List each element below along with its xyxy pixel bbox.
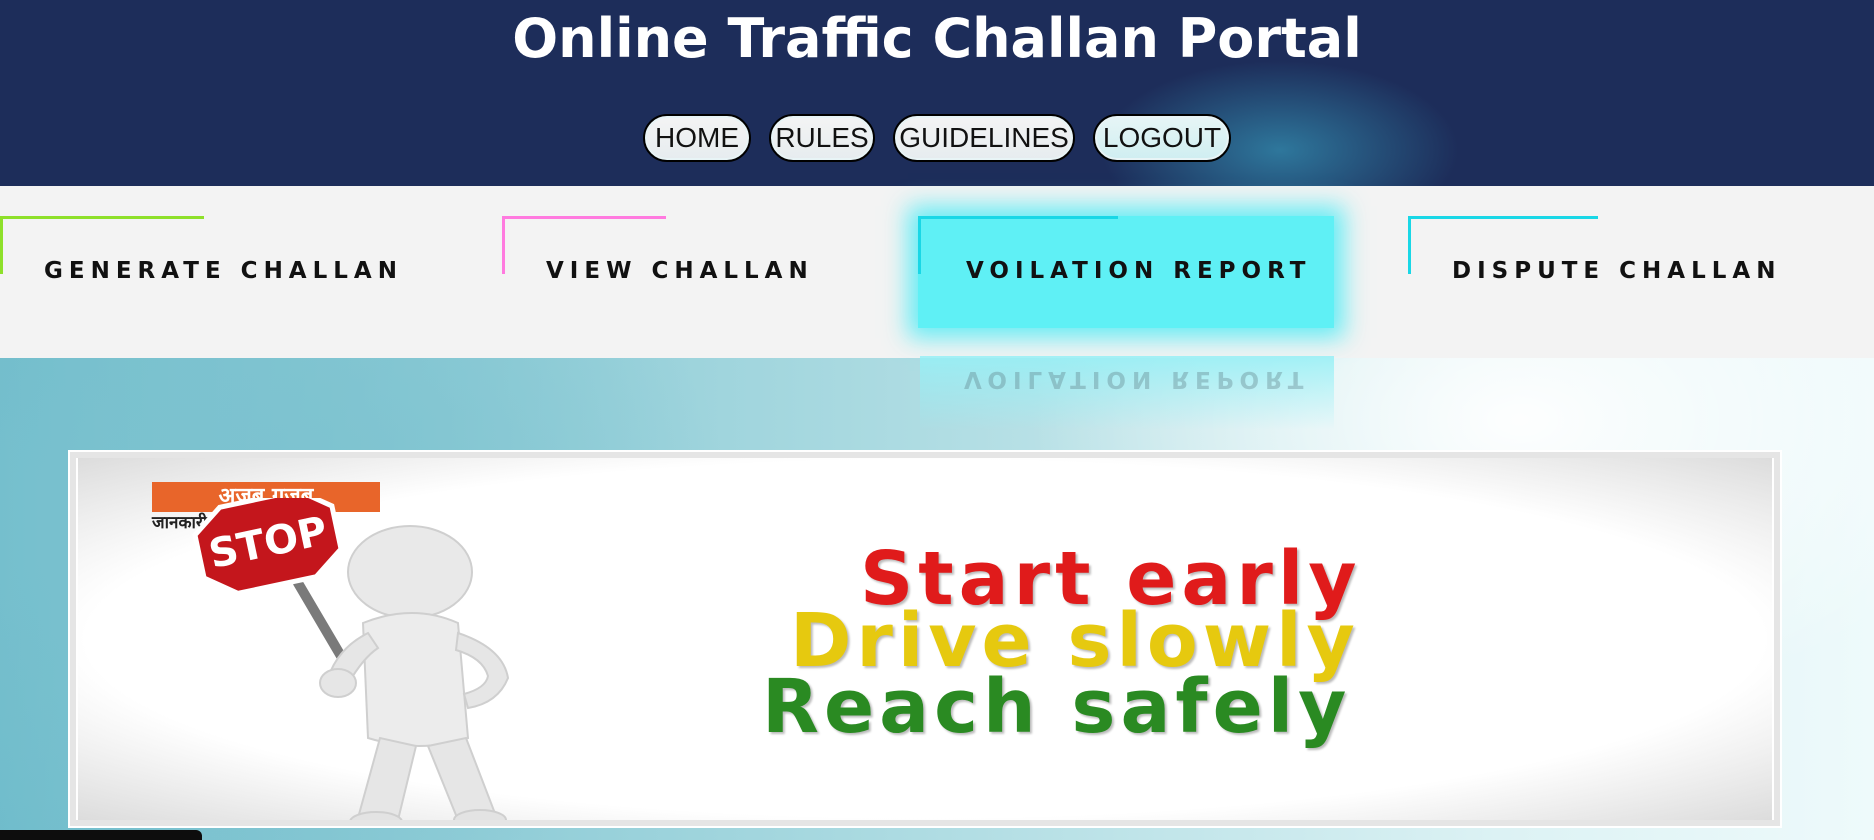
corner-accent (0, 216, 3, 274)
corner-accent (918, 216, 921, 274)
chevron-left-icon[interactable]: ‹ (118, 656, 137, 704)
menu-view-challan[interactable]: VIEW CHALLAN (502, 216, 862, 316)
corner-accent (1408, 216, 1598, 219)
stop-figure-illustration: STOP (192, 498, 510, 820)
menu-item-label: VIEW CHALLAN (546, 258, 814, 284)
nav-rules-button[interactable]: RULES (769, 114, 875, 162)
corner-accent (0, 216, 204, 219)
menu-violation-report[interactable]: VOILATION REPORT (918, 216, 1334, 328)
corner-accent (1408, 216, 1411, 274)
corner-accent (502, 216, 505, 274)
page-title: Online Traffic Challan Portal (512, 7, 1362, 70)
slogan-line-3: Reach safely (762, 664, 1352, 750)
menu-generate-challan[interactable]: GENERATE CHALLAN (0, 216, 400, 316)
menu-item-label: GENERATE CHALLAN (44, 258, 403, 284)
nav-logout-button[interactable]: LOGOUT (1093, 114, 1231, 162)
corner-accent (502, 216, 666, 219)
menu-item-label: DISPUTE CHALLAN (1452, 258, 1782, 284)
banner-carousel: अजब गजब जानकारी STOP Start early Drive s… (68, 450, 1782, 828)
bottom-edge-bar (0, 830, 202, 840)
page-header: Online Traffic Challan Portal HOME RULES… (0, 0, 1874, 240)
nav-guidelines-button[interactable]: GUIDELINES (893, 114, 1075, 162)
active-item-reflection: VOILATION REPORT (920, 356, 1334, 430)
top-nav: HOME RULES GUIDELINES LOGOUT (0, 114, 1874, 162)
nav-home-button[interactable]: HOME (643, 114, 751, 162)
menu-item-label: VOILATION REPORT (966, 258, 1312, 284)
corner-accent (918, 216, 1118, 219)
reflection-text: VOILATION REPORT (964, 366, 1310, 392)
action-menu: GENERATE CHALLAN VIEW CHALLAN VOILATION … (0, 186, 1874, 358)
menu-dispute-challan[interactable]: DISPUTE CHALLAN (1408, 216, 1848, 316)
safety-banner-image: अजब गजब जानकारी STOP Start early Drive s… (78, 458, 1772, 820)
